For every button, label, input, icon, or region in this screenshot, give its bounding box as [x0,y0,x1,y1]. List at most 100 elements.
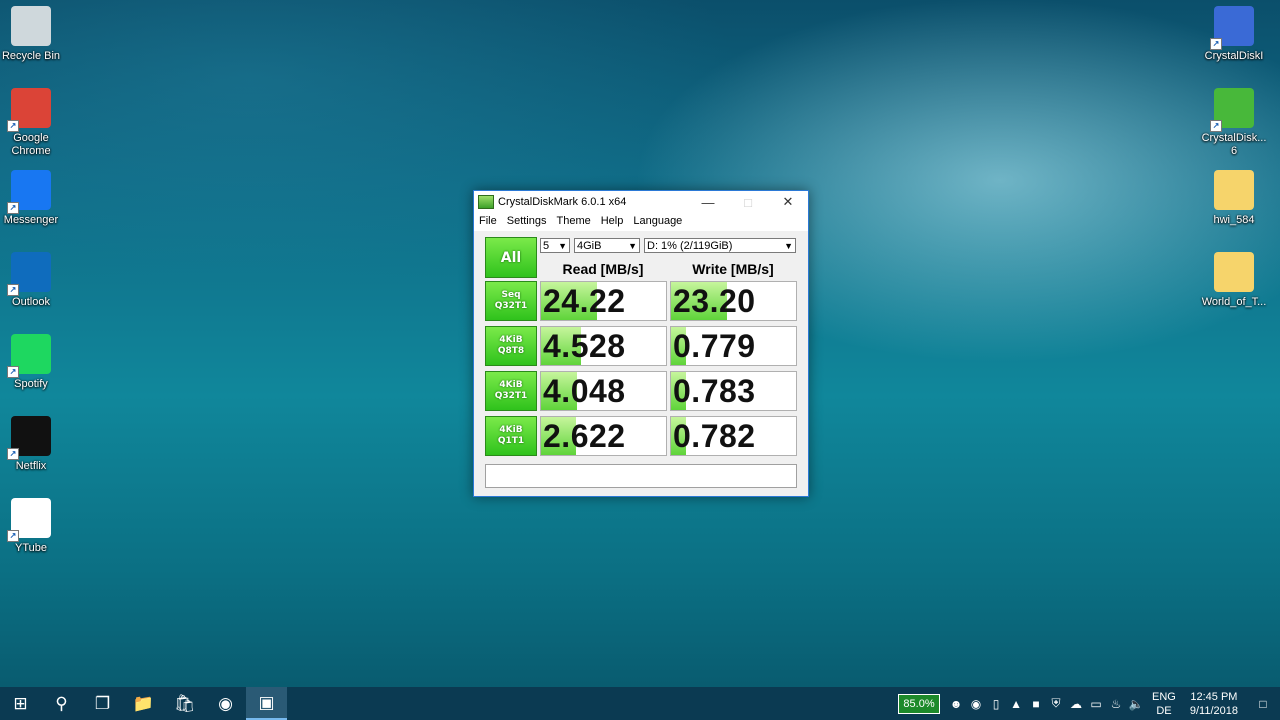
desktop-icon-label: CrystalDisk... 6 [1201,132,1267,157]
menu-settings[interactable]: Settings [502,213,552,231]
chevron-down-icon: ▼ [628,241,637,251]
test-label-line2: Q1T1 [497,436,525,446]
test-label-line2: Q32T1 [494,391,528,401]
netflix-icon: ↗ [7,416,51,460]
menu-bar: File Settings Theme Help Language [474,213,808,231]
taskbar: ⊞ ⚲ ❐ 📁 🛍 ◉ ▣ 85.0% ☻ ◉ ▯ ▲ ■ ⛨ ☁ ▭ ♨ 🔈 ENG DE… [0,687,1280,720]
minimize-button[interactable]: — [688,191,728,213]
shortcut-arrow-icon: ↗ [7,448,19,460]
app-tray-icon-2[interactable]: ■ [1026,697,1046,711]
usb-icon[interactable]: ▯ [986,697,1006,711]
desktop-icon-1[interactable]: ↗ Google Chrome [0,88,67,158]
store-icon[interactable]: 🛍 [164,687,205,720]
desktop-icon-6[interactable]: ↗ YTube [0,498,67,555]
read-result-cell: 4.528 [540,326,667,366]
read-result-value: 4.048 [543,373,626,409]
write-result-cell: 23.20 [670,281,797,321]
desktop-icon-label: Outlook [12,296,50,308]
folder-icon [1214,252,1254,292]
defender-shield-icon[interactable]: ⛨ [1046,696,1066,711]
desktop-icon-label: Spotify [14,378,48,390]
desktop-icon-right-2[interactable]: hwi_584 [1198,170,1270,227]
spotify-icon: ↗ [7,334,51,378]
shortcut-arrow-icon: ↗ [1210,38,1222,50]
file-explorer-icon[interactable]: 📁 [123,687,164,720]
desktop-icon-5[interactable]: ↗ Netflix [0,416,67,473]
test-label-line1: 4KiB [499,335,523,345]
run-all-button[interactable]: All [485,237,537,278]
input-language[interactable]: ENG DE [1146,690,1182,718]
write-result-value: 0.779 [673,328,756,364]
desktop-icon-right-0[interactable]: ↗ CrystalDiskI [1198,6,1270,63]
test-count-select[interactable]: 5 ▼ [540,238,570,253]
desktop-icon-label: World_of_T... [1201,296,1267,308]
task-view-icon[interactable]: ❐ [82,687,123,720]
battery-meter-widget[interactable]: 85.0% [898,693,941,714]
lang-bottom: DE [1156,704,1172,717]
write-result-value: 0.783 [673,373,756,409]
crystaldiskinfo-icon: ↗ [1210,6,1254,50]
drive-select[interactable]: D: 1% (2/119GiB) ▼ [644,238,796,253]
test-button-1[interactable]: 4KiB Q8T8 [485,326,537,366]
desktop-icon-label: Google Chrome [11,132,51,157]
chevron-down-icon: ▼ [558,241,567,251]
desktop-icon-4[interactable]: ↗ Spotify [0,334,67,391]
desktop-icon-label: hwi_584 [1213,214,1255,226]
write-result-cell: 0.779 [670,326,797,366]
clock[interactable]: 12:45 PM 9/11/2018 [1182,690,1246,718]
test-size-select[interactable]: 4GiB ▼ [574,238,640,253]
read-result-value: 2.622 [543,418,626,454]
menu-language[interactable]: Language [628,213,687,231]
speaker-icon[interactable]: 🔈 [1126,697,1146,711]
desktop-icon-3[interactable]: ↗ Outlook [0,252,67,309]
test-label-line1: Seq [501,290,521,300]
desktop-icon-2[interactable]: ↗ Messenger [0,170,67,227]
test-button-0[interactable]: Seq Q32T1 [485,281,537,321]
notification-icon[interactable]: □ [1246,697,1280,711]
test-size-value: 4GiB [577,240,602,252]
messenger-icon: ↗ [7,170,51,214]
onedrive-cloud-icon[interactable]: ☁ [1066,697,1086,711]
test-button-2[interactable]: 4KiB Q32T1 [485,371,537,411]
menu-file[interactable]: File [474,213,502,231]
write-result-value: 0.782 [673,418,756,454]
battery-icon[interactable]: ▭ [1086,697,1106,711]
test-count-value: 5 [543,240,550,252]
windows-start-icon[interactable]: ⊞ [0,687,41,720]
desktop-icon-label: YTube [14,542,47,554]
test-label-line2: Q8T8 [497,346,525,356]
read-result-cell: 4.048 [540,371,667,411]
crystaldiskmark-icon[interactable]: ▣ [246,687,287,720]
window-title: CrystalDiskMark 6.0.1 x64 [498,196,627,208]
shortcut-arrow-icon: ↗ [7,202,19,214]
read-result-cell: 2.622 [540,416,667,456]
desktop-icon-right-1[interactable]: ↗ CrystalDisk... 6 [1198,88,1270,158]
search-icon[interactable]: ⚲ [41,687,82,720]
read-result-value: 4.528 [543,328,626,364]
title-bar[interactable]: CrystalDiskMark 6.0.1 x64 — □ ✕ [474,191,808,213]
desktop-icon-0[interactable]: Recycle Bin [0,6,67,63]
desktop-icon-right-3[interactable]: World_of_T... [1198,252,1270,309]
comment-field[interactable] [485,464,797,488]
chrome-icon: ↗ [7,88,51,132]
shortcut-arrow-icon: ↗ [7,284,19,296]
desktop-icon-label: CrystalDiskI [1204,50,1264,62]
menu-theme[interactable]: Theme [551,213,595,231]
test-label-line1: 4KiB [499,380,523,390]
desktop-icon-label: Messenger [3,214,59,226]
menu-help[interactable]: Help [596,213,629,231]
people-icon[interactable]: ☻ [946,697,966,711]
shortcut-arrow-icon: ↗ [1210,120,1222,132]
crystaldiskmark-app-icon [478,195,494,209]
close-button[interactable]: ✕ [768,191,808,213]
file-icon: ↗ [7,498,51,542]
wifi-icon[interactable]: ♨ [1106,697,1126,711]
shortcut-arrow-icon: ↗ [7,120,19,132]
test-button-3[interactable]: 4KiB Q1T1 [485,416,537,456]
chrome-icon[interactable]: ◉ [205,687,246,720]
app-tray-icon[interactable]: ◉ [966,697,986,711]
test-label-line1: 4KiB [499,425,523,435]
read-result-value: 24.22 [543,283,626,319]
desktop-icon-label: Recycle Bin [1,50,61,62]
volume-alert-icon[interactable]: ▲ [1006,697,1026,711]
